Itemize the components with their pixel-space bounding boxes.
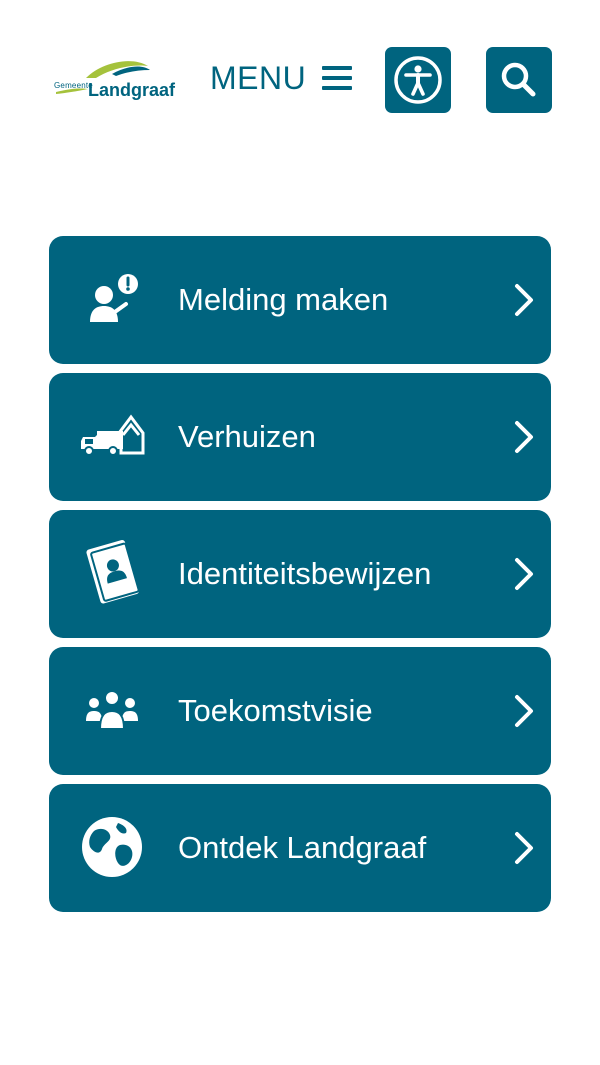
- tile-label: Verhuizen: [178, 419, 316, 454]
- menu-label: MENU: [210, 59, 307, 96]
- moving-truck-icon: [79, 403, 145, 469]
- tile-label: Toekomstvisie: [178, 693, 373, 728]
- chevron-right-icon: [515, 832, 533, 864]
- hamburger-icon: [322, 66, 353, 90]
- tile-melding-maken[interactable]: Melding maken: [49, 236, 551, 364]
- quick-links: Melding maken Verhuizen Identiteitsbewij…: [49, 236, 551, 921]
- site-header: Gemeente Landgraaf MENU: [0, 0, 600, 140]
- tile-label: Identiteitsbewijzen: [178, 556, 432, 591]
- chevron-right-icon: [515, 421, 533, 453]
- chevron-right-icon: [515, 284, 533, 316]
- search-icon: [501, 62, 536, 97]
- tile-label: Ontdek Landgraaf: [178, 830, 427, 865]
- search-button[interactable]: [486, 47, 552, 113]
- logo[interactable]: Gemeente Landgraaf: [52, 58, 176, 106]
- report-person-icon: [79, 266, 145, 332]
- tile-identiteitsbewijzen[interactable]: Identiteitsbewijzen: [49, 510, 551, 638]
- group-icon: [79, 677, 145, 743]
- tile-ontdek-landgraaf[interactable]: Ontdek Landgraaf: [49, 784, 551, 912]
- accessibility-button[interactable]: [385, 47, 451, 113]
- accessibility-icon: [394, 56, 442, 104]
- tile-verhuizen[interactable]: Verhuizen: [49, 373, 551, 501]
- tile-toekomstvisie[interactable]: Toekomstvisie: [49, 647, 551, 775]
- chevron-right-icon: [515, 558, 533, 590]
- globe-icon: [79, 814, 145, 880]
- chevron-right-icon: [515, 695, 533, 727]
- tile-label: Melding maken: [178, 282, 389, 317]
- menu-button[interactable]: MENU: [210, 58, 353, 98]
- id-document-icon: [79, 540, 145, 606]
- logo-name: Landgraaf: [88, 80, 176, 100]
